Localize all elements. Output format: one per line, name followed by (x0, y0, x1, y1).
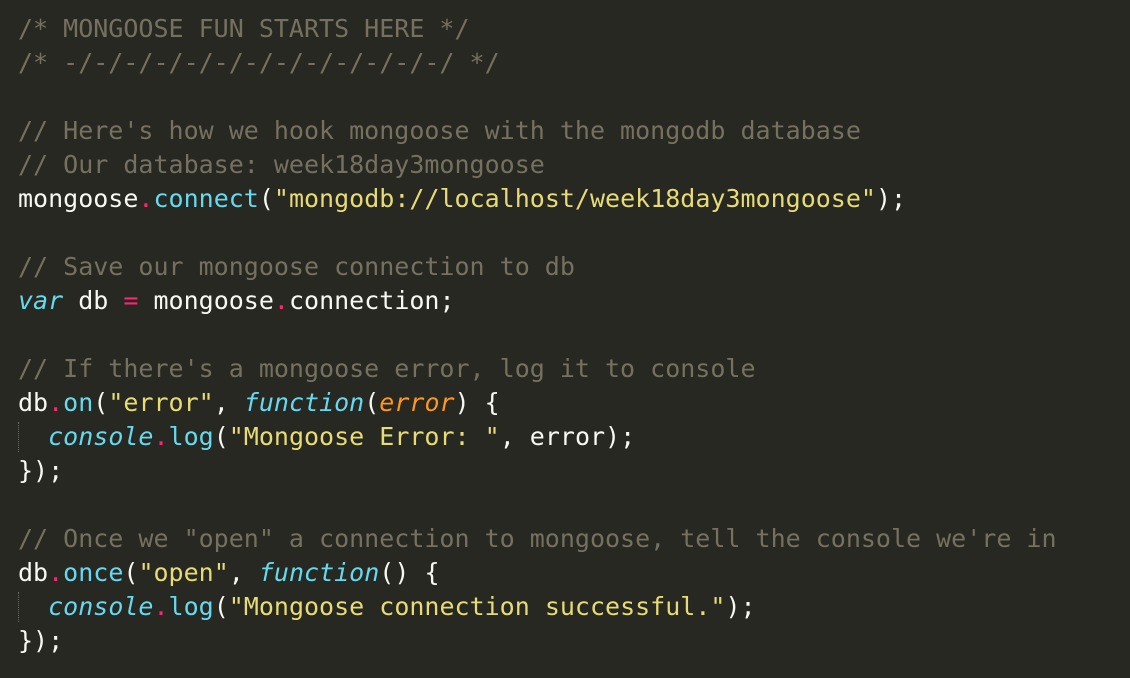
code-token: // Once we "open" a connection to mongoo… (18, 524, 1057, 553)
code-editor[interactable]: /* MONGOOSE FUN STARTS HERE */ /* -/-/-/-… (0, 0, 1130, 678)
code-line[interactable] (18, 216, 1130, 250)
code-token: db (18, 558, 49, 587)
code-token: }); (18, 456, 64, 485)
code-token: , (228, 558, 259, 587)
code-line[interactable] (18, 318, 1130, 352)
code-line[interactable]: /* MONGOOSE FUN STARTS HERE */ (18, 12, 1130, 46)
code-token: "Mongoose connection successful." (228, 592, 726, 621)
code-line[interactable]: db.once("open", function() { (18, 556, 1130, 590)
code-token: // Our database: week18day3mongoose (18, 150, 545, 179)
code-token: }); (18, 626, 64, 655)
code-token: , error); (499, 422, 636, 451)
code-token: , (213, 388, 244, 417)
code-token: /* -/-/-/-/-/-/-/-/-/-/-/-/-/ */ (18, 48, 500, 77)
code-token: ( (213, 422, 229, 451)
indent-guide (18, 592, 19, 622)
code-line[interactable]: // Here's how we hook mongoose with the … (18, 114, 1130, 148)
code-token: . (48, 388, 64, 417)
code-token: . (48, 558, 64, 587)
code-line[interactable] (18, 488, 1130, 522)
code-token: () { (379, 558, 440, 587)
code-line[interactable]: mongoose.connect("mongodb://localhost/we… (18, 182, 1130, 216)
code-token: once (63, 558, 124, 587)
code-token: mongoose (18, 184, 139, 213)
code-token: connect (153, 184, 259, 213)
code-token: . (273, 286, 289, 315)
code-token: console (48, 422, 154, 451)
code-token: ( (258, 184, 274, 213)
code-line[interactable]: console.log("Mongoose Error: ", error); (18, 420, 1130, 454)
code-token: function (258, 558, 380, 587)
code-token: console (48, 592, 154, 621)
code-token: error (379, 388, 455, 417)
code-token: /* MONGOOSE FUN STARTS HERE */ (18, 14, 470, 43)
code-line[interactable]: }); (18, 624, 1130, 658)
code-line[interactable]: console.log("Mongoose connection success… (18, 590, 1130, 624)
indent-guide (18, 422, 19, 452)
code-token: on (63, 388, 94, 417)
code-token: ( (213, 592, 229, 621)
code-token: ( (93, 388, 109, 417)
code-line[interactable]: // If there's a mongoose error, log it t… (18, 352, 1130, 386)
code-token: ); (875, 184, 907, 213)
code-token: "error" (108, 388, 214, 417)
code-token: function (243, 388, 365, 417)
code-line[interactable]: /* -/-/-/-/-/-/-/-/-/-/-/-/-/ */ (18, 46, 1130, 80)
code-token: ( (123, 558, 139, 587)
code-token: . (138, 184, 154, 213)
code-line[interactable] (18, 80, 1130, 114)
code-token: db (18, 388, 49, 417)
code-token: // Save our mongoose connection to db (18, 252, 575, 281)
code-token: connection; (288, 286, 455, 315)
code-line[interactable]: // Once we "open" a connection to mongoo… (18, 522, 1130, 556)
code-token: // If there's a mongoose error, log it t… (18, 354, 756, 383)
code-token: "Mongoose Error: " (228, 422, 500, 451)
code-token: "mongodb://localhost/week18day3mongoose" (273, 184, 876, 213)
code-token: var (18, 286, 64, 315)
code-line[interactable]: }); (18, 454, 1130, 488)
code-token: "open" (138, 558, 229, 587)
code-token: ( (364, 388, 380, 417)
code-token: mongoose (138, 286, 274, 315)
code-token: . (153, 422, 169, 451)
code-line[interactable]: var db = mongoose.connection; (18, 284, 1130, 318)
code-token: = (123, 286, 139, 315)
code-token: // Here's how we hook mongoose with the … (18, 116, 861, 145)
code-line[interactable]: // Our database: week18day3mongoose (18, 148, 1130, 182)
code-token: ); (725, 592, 756, 621)
code-token: db (63, 286, 124, 315)
code-token: log (168, 592, 214, 621)
code-token: . (153, 592, 169, 621)
code-line[interactable]: // Save our mongoose connection to db (18, 250, 1130, 284)
code-token: log (168, 422, 214, 451)
code-line[interactable]: db.on("error", function(error) { (18, 386, 1130, 420)
code-token: ) { (454, 388, 500, 417)
